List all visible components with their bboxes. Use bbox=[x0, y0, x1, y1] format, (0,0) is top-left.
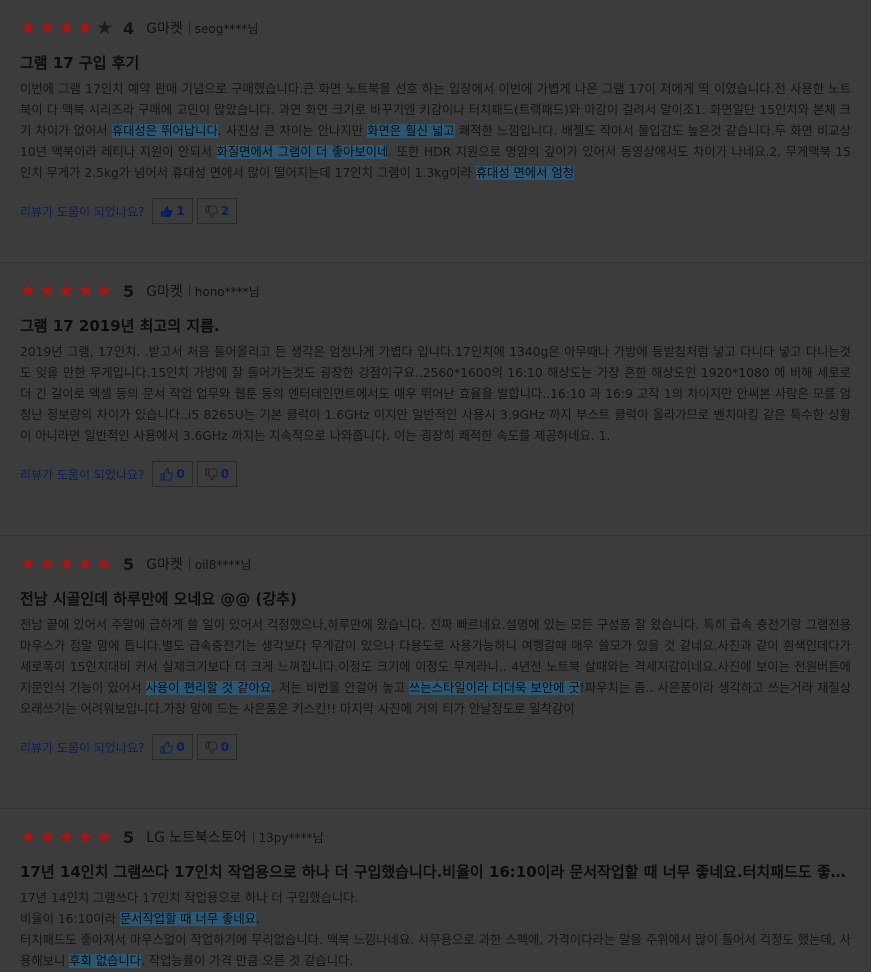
dislike-count: 0 bbox=[220, 467, 230, 481]
review-text: . bbox=[256, 912, 260, 926]
review-title: 17년 14인치 그램쓰다 17인치 작업용으로 하나 더 구입했습니다.비율이… bbox=[20, 863, 851, 881]
reviewer-id: seog****님 bbox=[194, 21, 259, 36]
review-text: 17년 14인치 그램쓰다 17인치 작업용으로 하나 더 구입했습니다. bbox=[20, 891, 359, 905]
thumbs-down-icon bbox=[205, 468, 218, 481]
highlighted-text: 후회 없습니다 bbox=[69, 954, 141, 968]
review-body: 2019년 그램, 17인치. .받고서 처음 들어올리고 든 생각은 엄청나게… bbox=[20, 342, 851, 447]
review-text: . 작업능률이 가격 만큼 오른 것 같습니다. bbox=[140, 954, 354, 968]
divider bbox=[188, 22, 190, 34]
highlighted-text: 휴대성 면에서 엄청 bbox=[475, 166, 575, 180]
review-item: ★ ★ ★ ★ ★ 5 LG 노트북스토어 13py****님 17년 14인치… bbox=[0, 809, 871, 972]
helpful-row: 리뷰가 도움이 되었나요? 1 2 bbox=[20, 198, 851, 224]
star-empty-icon: ★ bbox=[96, 17, 114, 39]
highlighted-text: 문서작업할 때 너무 좋네요 bbox=[119, 912, 256, 926]
review-meta: ★ ★ ★ ★ ★ 5 LG 노트북스토어 13py****님 bbox=[20, 825, 851, 849]
like-button[interactable]: 1 bbox=[152, 198, 193, 224]
star-filled-icon: ★ bbox=[77, 826, 95, 848]
star-filled-icon: ★ bbox=[58, 826, 76, 848]
seller-name: G마켓 bbox=[146, 284, 183, 300]
like-button[interactable]: 0 bbox=[152, 461, 193, 487]
star-filled-icon: ★ bbox=[20, 553, 38, 575]
review-text: 2019년 그램, 17인치. .받고서 처음 들어올리고 든 생각은 엄청나게… bbox=[20, 345, 851, 443]
divider bbox=[188, 285, 190, 297]
review-text: . 사진상 큰 차이는 안나지만 bbox=[217, 124, 368, 138]
rating-score: 5 bbox=[123, 281, 135, 301]
like-count: 0 bbox=[176, 467, 185, 481]
helpful-row: 리뷰가 도움이 되었나요? 0 0 bbox=[20, 461, 851, 487]
helpful-row: 리뷰가 도움이 되었나요? 0 0 bbox=[20, 734, 851, 760]
like-count: 0 bbox=[176, 740, 185, 754]
dislike-count: 0 bbox=[220, 740, 230, 754]
like-count: 1 bbox=[176, 204, 185, 218]
star-filled-icon: ★ bbox=[77, 280, 95, 302]
review-title: 전남 시골인데 하루만에 오네요 @@ (강추) bbox=[20, 590, 297, 608]
divider bbox=[188, 558, 190, 570]
reviewer-id: hono****님 bbox=[194, 284, 260, 299]
review-text: . 저는 비번을 안걸어 놓고 bbox=[271, 681, 410, 695]
star-filled-icon: ★ bbox=[39, 553, 57, 575]
star-rating: ★ ★ ★ ★ ★ bbox=[20, 18, 115, 38]
thumbs-up-icon bbox=[160, 467, 174, 480]
dislike-count: 2 bbox=[220, 204, 230, 218]
rating-score: 5 bbox=[123, 554, 135, 574]
star-filled-icon: ★ bbox=[39, 826, 57, 848]
highlighted-text: 휴대성은 뛰어납니다 bbox=[111, 124, 218, 138]
star-filled-icon: ★ bbox=[77, 17, 95, 39]
star-filled-icon: ★ bbox=[58, 553, 76, 575]
review-title: 그램 17 구입 후기 bbox=[20, 54, 140, 72]
helpful-label: 리뷰가 도움이 되었나요? bbox=[20, 467, 145, 482]
dislike-button[interactable]: 0 bbox=[196, 734, 238, 760]
seller-name: LG 노트북스토어 bbox=[146, 830, 247, 846]
helpful-label: 리뷰가 도움이 되었나요? bbox=[20, 204, 145, 219]
review-item: ★ ★ ★ ★ ★ 4 G마켓 seog****님 그램 17 구입 후기 이번… bbox=[0, 0, 871, 263]
thumbs-up-icon bbox=[161, 205, 173, 217]
helpful-label: 리뷰가 도움이 되었나요? bbox=[20, 740, 145, 755]
review-item: ★ ★ ★ ★ ★ 5 G마켓 oil8****님 전남 시골인데 하루만에 오… bbox=[0, 536, 871, 809]
highlighted-text: 화면은 훨신 넓고 bbox=[367, 124, 455, 138]
seller-name: G마켓 bbox=[146, 557, 183, 573]
star-filled-icon: ★ bbox=[39, 17, 57, 39]
star-filled-icon: ★ bbox=[96, 280, 114, 302]
review-list: ★ ★ ★ ★ ★ 4 G마켓 seog****님 그램 17 구입 후기 이번… bbox=[0, 0, 871, 968]
highlighted-text: 화질면에서 그램이 더 좋아보이네 bbox=[216, 145, 389, 159]
star-filled-icon: ★ bbox=[58, 17, 76, 39]
star-filled-icon: ★ bbox=[20, 280, 38, 302]
review-line: 비율이 16:10이라 문서작업할 때 너무 좋네요. bbox=[20, 909, 851, 930]
rating-score: 5 bbox=[123, 827, 135, 847]
star-filled-icon: ★ bbox=[96, 826, 114, 848]
seller-name: G마켓 bbox=[146, 21, 183, 37]
review-item: ★ ★ ★ ★ ★ 5 G마켓 hono****님 그램 17 2019년 최고… bbox=[0, 263, 871, 536]
star-filled-icon: ★ bbox=[58, 280, 76, 302]
review-body: 전남 끝에 있어서 주말에 급하게 쓸 일이 있어서 걱정했으나,하루만에 왔습… bbox=[20, 615, 851, 720]
reviewer-id: oil8****님 bbox=[194, 557, 252, 572]
review-line: 17년 14인치 그램쓰다 17인치 작업용으로 하나 더 구입했습니다. bbox=[20, 888, 851, 909]
highlighted-text: 쓰는스타일이라 더더욱 보안에 굿 bbox=[409, 681, 580, 695]
dislike-button[interactable]: 2 bbox=[196, 198, 238, 224]
review-body: 17년 14인치 그램쓰다 17인치 작업용으로 하나 더 구입했습니다. 비율… bbox=[20, 888, 851, 972]
review-meta: ★ ★ ★ ★ ★ 5 G마켓 hono****님 bbox=[20, 279, 851, 303]
star-filled-icon: ★ bbox=[96, 553, 114, 575]
rating-score: 4 bbox=[123, 18, 135, 38]
dislike-button[interactable]: 0 bbox=[196, 461, 238, 487]
star-rating: ★ ★ ★ ★ ★ bbox=[20, 281, 115, 301]
thumbs-down-icon bbox=[205, 741, 218, 754]
like-button[interactable]: 0 bbox=[152, 734, 193, 760]
star-rating: ★ ★ ★ ★ ★ bbox=[20, 827, 115, 847]
thumbs-down-icon bbox=[205, 205, 218, 218]
divider bbox=[252, 831, 254, 843]
review-body: 이번에 그램 17인치 예약 판매 기념으로 구매했습니다.큰 화면 노트북을 … bbox=[20, 79, 851, 184]
review-title: 그램 17 2019년 최고의 지름. bbox=[20, 317, 220, 335]
star-filled-icon: ★ bbox=[77, 553, 95, 575]
star-rating: ★ ★ ★ ★ ★ bbox=[20, 554, 115, 574]
highlighted-text: 사용이 편리할 것 같아요 bbox=[145, 681, 272, 695]
star-filled-icon: ★ bbox=[39, 280, 57, 302]
star-filled-icon: ★ bbox=[20, 17, 38, 39]
review-line: 터치패드도 좋아져서 마우스없이 작업하기에 무리없습니다. 맥북 느낌나네요.… bbox=[20, 930, 851, 972]
star-filled-icon: ★ bbox=[20, 826, 38, 848]
reviewer-id: 13py****님 bbox=[258, 830, 324, 845]
thumbs-up-icon bbox=[160, 740, 174, 753]
review-meta: ★ ★ ★ ★ ★ 5 G마켓 oil8****님 bbox=[20, 552, 851, 576]
review-meta: ★ ★ ★ ★ ★ 4 G마켓 seog****님 bbox=[20, 16, 851, 40]
review-text: 비율이 16:10이라 bbox=[20, 912, 120, 926]
